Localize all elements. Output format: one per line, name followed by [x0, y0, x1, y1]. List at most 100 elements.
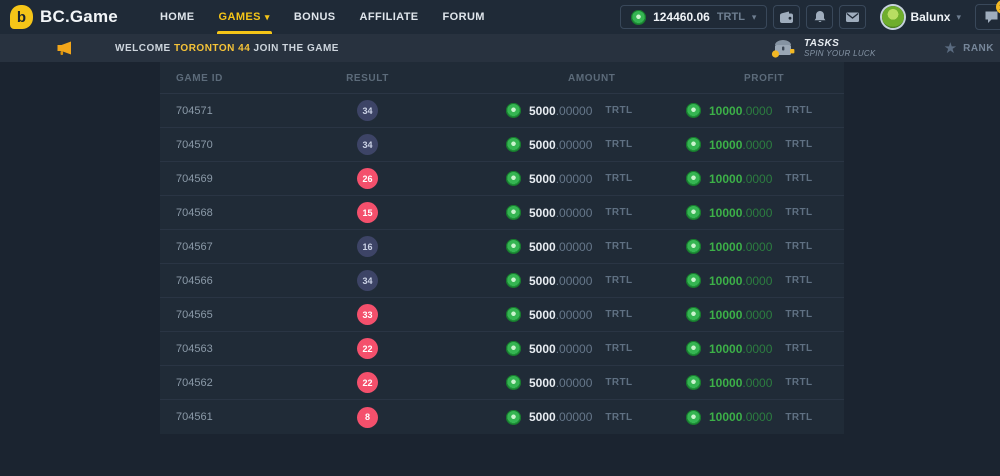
wallet-icon	[779, 11, 794, 24]
column-header-profit: PROFIT	[622, 73, 844, 84]
chevron-down-icon: ▾	[752, 12, 757, 23]
amount-cell: 5000.00000 TRTL	[400, 103, 622, 118]
chat-button[interactable]: 10	[975, 4, 1000, 30]
rank-label: RANK	[963, 43, 994, 54]
amount-integer: 5000	[529, 308, 556, 322]
result-badge: 16	[357, 236, 378, 257]
bet-history-table: GAME ID RESULT AMOUNT PROFIT 704571 34 5…	[160, 62, 844, 434]
profit-integer: 10000	[709, 308, 742, 322]
avatar	[882, 6, 904, 28]
amount-cell: 5000.00000 TRTL	[400, 137, 622, 152]
result-cell: 8	[335, 407, 400, 428]
nav-home[interactable]: HOME	[148, 0, 207, 34]
trtl-coin-icon	[686, 205, 701, 220]
result-cell: 15	[335, 202, 400, 223]
amount-fraction: .00000	[556, 308, 593, 322]
trtl-coin-icon	[506, 410, 521, 425]
amount-integer: 5000	[529, 342, 556, 356]
table-row[interactable]: 704571 34 5000.00000 TRTL 10000.0000 TRT…	[160, 94, 844, 128]
balance-currency: TRTL	[717, 11, 745, 23]
wallet-button[interactable]	[773, 5, 800, 29]
mail-button[interactable]	[839, 5, 866, 29]
amount-fraction: .00000	[556, 376, 593, 390]
profit-cell: 10000.0000 TRTL	[622, 341, 844, 356]
chevron-down-icon: ▾	[265, 12, 270, 23]
tasks-widget[interactable]: TASKS SPIN YOUR LUCK	[770, 38, 876, 59]
nav-affiliate[interactable]: AFFILIATE	[348, 0, 431, 34]
table-row[interactable]: 704565 33 5000.00000 TRTL 10000.0000 TRT…	[160, 298, 844, 332]
table-row[interactable]: 704567 16 5000.00000 TRTL 10000.0000 TRT…	[160, 230, 844, 264]
amount-cell: 5000.00000 TRTL	[400, 239, 622, 254]
amount-integer: 5000	[529, 410, 556, 424]
trtl-coin-icon	[506, 103, 521, 118]
amount-fraction: .00000	[556, 240, 593, 254]
result-cell: 26	[335, 168, 400, 189]
amount-fraction: .00000	[556, 274, 593, 288]
profit-cell: 10000.0000 TRTL	[622, 137, 844, 152]
notifications-button[interactable]	[806, 5, 833, 29]
table-row[interactable]: 704566 34 5000.00000 TRTL 10000.0000 TRT…	[160, 264, 844, 298]
chevron-down-icon: ▾	[956, 12, 961, 23]
result-badge: 34	[357, 134, 378, 155]
profit-currency: TRTL	[785, 105, 812, 116]
trtl-coin-icon	[686, 103, 701, 118]
amount-integer: 5000	[529, 376, 556, 390]
column-header-game-id: GAME ID	[160, 73, 335, 84]
star-icon: ★	[944, 41, 957, 56]
profit-cell: 10000.0000 TRTL	[622, 273, 844, 288]
result-badge: 26	[357, 168, 378, 189]
game-id: 704568	[160, 207, 335, 219]
result-cell: 16	[335, 236, 400, 257]
game-id: 704570	[160, 139, 335, 151]
table-body: 704571 34 5000.00000 TRTL 10000.0000 TRT…	[160, 94, 844, 434]
top-header: b BC.Game HOME GAMES ▾ BONUS AFFILIATE F…	[0, 0, 1000, 34]
bcgame-logo-icon: b	[10, 5, 33, 29]
user-menu[interactable]: Balunx ▾	[882, 6, 961, 28]
profit-fraction: .0000	[742, 342, 772, 356]
result-badge: 15	[357, 202, 378, 223]
profit-currency: TRTL	[785, 275, 812, 286]
nav-forum[interactable]: FORUM	[431, 0, 497, 34]
profit-integer: 10000	[709, 104, 742, 118]
table-row[interactable]: 704562 22 5000.00000 TRTL 10000.0000 TRT…	[160, 366, 844, 400]
profit-currency: TRTL	[785, 139, 812, 150]
logo[interactable]: b BC.Game	[10, 5, 118, 29]
trtl-coin-icon	[506, 341, 521, 356]
result-cell: 22	[335, 372, 400, 393]
profit-fraction: .0000	[742, 138, 772, 152]
trtl-coin-icon	[506, 205, 521, 220]
welcome-message: WELCOME TORONTON 44 JOIN THE GAME	[115, 43, 339, 54]
result-badge: 22	[357, 338, 378, 359]
balance-selector[interactable]: 124460.06 TRTL ▾	[620, 5, 767, 29]
profit-currency: TRTL	[785, 412, 812, 423]
trtl-coin-icon	[686, 273, 701, 288]
result-cell: 22	[335, 338, 400, 359]
profit-currency: TRTL	[785, 309, 812, 320]
profit-integer: 10000	[709, 342, 742, 356]
result-cell: 34	[335, 270, 400, 291]
trtl-coin-icon	[506, 239, 521, 254]
trtl-coin-icon	[686, 307, 701, 322]
trtl-coin-icon	[631, 10, 646, 25]
table-row[interactable]: 704563 22 5000.00000 TRTL 10000.0000 TRT…	[160, 332, 844, 366]
nav-bonus[interactable]: BONUS	[282, 0, 348, 34]
table-row[interactable]: 704561 8 5000.00000 TRTL 10000.0000 TRTL	[160, 400, 844, 434]
header-right: 124460.06 TRTL ▾ Balunx	[620, 4, 1000, 30]
table-row[interactable]: 704569 26 5000.00000 TRTL 10000.0000 TRT…	[160, 162, 844, 196]
amount-integer: 5000	[529, 138, 556, 152]
profit-fraction: .0000	[742, 172, 772, 186]
amount-cell: 5000.00000 TRTL	[400, 205, 622, 220]
nav-games[interactable]: GAMES ▾	[207, 0, 282, 34]
megaphone-icon	[55, 41, 73, 56]
profit-fraction: .0000	[742, 206, 772, 220]
amount-integer: 5000	[529, 206, 556, 220]
profit-integer: 10000	[709, 274, 742, 288]
table-row[interactable]: 704568 15 5000.00000 TRTL 10000.0000 TRT…	[160, 196, 844, 230]
rank-widget[interactable]: ★ RANK	[944, 41, 994, 56]
amount-integer: 5000	[529, 240, 556, 254]
profit-currency: TRTL	[785, 173, 812, 184]
main-nav: HOME GAMES ▾ BONUS AFFILIATE FORUM	[148, 0, 497, 34]
table-row[interactable]: 704570 34 5000.00000 TRTL 10000.0000 TRT…	[160, 128, 844, 162]
trtl-coin-icon	[686, 375, 701, 390]
amount-cell: 5000.00000 TRTL	[400, 273, 622, 288]
